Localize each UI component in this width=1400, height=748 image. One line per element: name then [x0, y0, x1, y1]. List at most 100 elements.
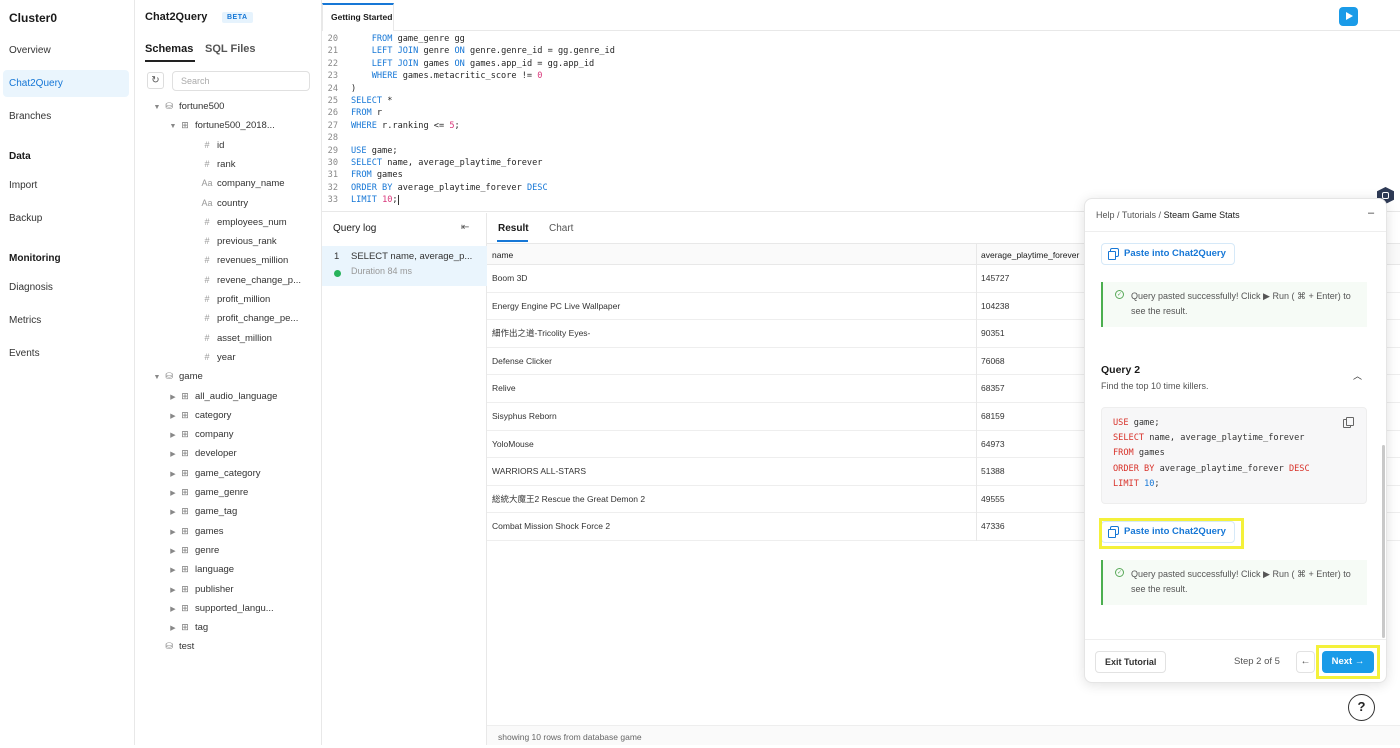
table-icon: ⊞ — [181, 487, 189, 497]
chevron-right-icon[interactable]: ▶ — [168, 543, 178, 561]
tree-item[interactable]: ▶ ⊞ game_genre — [168, 483, 248, 501]
code-line: 26 FROM r — [322, 107, 382, 120]
tree-item[interactable]: # employees_num — [201, 213, 287, 231]
nav-item-diagnosis[interactable]: Diagnosis — [3, 274, 129, 301]
tree-item[interactable]: # profit_change_pe... — [201, 309, 298, 327]
run-button[interactable] — [1339, 7, 1358, 26]
tree-item[interactable]: ▶ ⊞ supported_langu... — [168, 599, 273, 619]
tree-item[interactable]: # revenues_million — [201, 251, 288, 269]
chevron-right-icon[interactable]: ▶ — [168, 389, 178, 407]
paste-into-chat2query-button-1[interactable]: Paste into Chat2Query — [1101, 243, 1235, 265]
nav-item-metrics[interactable]: Metrics — [3, 307, 129, 334]
nav-item-branches[interactable]: Branches — [3, 103, 129, 130]
exit-tutorial-button[interactable]: Exit Tutorial — [1095, 651, 1167, 673]
tree-item[interactable]: # revene_change_p... — [201, 271, 301, 289]
query-index: 1 — [334, 251, 340, 262]
chevron-down-icon[interactable]: ▼ — [152, 369, 162, 387]
cell-name: 総統大魔王2 Rescue the Great Demon 2 — [492, 493, 646, 504]
copy-icon[interactable] — [1343, 417, 1354, 428]
tree-item[interactable]: ▶ ⊞ genre — [168, 541, 219, 559]
column-header-name[interactable]: name — [487, 244, 513, 266]
chevron-right-icon[interactable]: ▶ — [168, 582, 178, 600]
tab-result[interactable]: Result — [498, 223, 529, 234]
cluster-title: Cluster0 — [9, 11, 58, 25]
tree-item[interactable]: # asset_million — [201, 329, 271, 347]
line-number: 30 — [327, 158, 338, 168]
code-line: 32 ORDER BY average_playtime_forever DESC — [322, 182, 548, 195]
chevron-right-icon[interactable]: ▶ — [168, 601, 178, 619]
tree-item[interactable]: ▶ ⊞ game_category — [168, 464, 260, 482]
chevron-right-icon[interactable]: ▶ — [168, 524, 178, 542]
cell-playtime: 47336 — [981, 521, 1005, 532]
tree-item-label: language — [195, 564, 235, 576]
tree-item[interactable]: ▶ ⊞ all_audio_language — [168, 387, 277, 405]
collapse-icon[interactable]: ⇤ — [461, 222, 469, 233]
tree-item[interactable]: ▼ ⛁ fortune500 — [152, 97, 225, 117]
help-button[interactable]: ? — [1348, 694, 1375, 721]
column-header-playtime[interactable]: average_playtime_forever — [976, 244, 1079, 266]
chevron-down-icon[interactable]: ▼ — [168, 118, 178, 136]
tree-item[interactable]: # year — [201, 348, 235, 366]
tree-item[interactable]: ▶ ⊞ game_tag — [168, 502, 237, 520]
tab-getting-started[interactable]: Getting Started — [322, 3, 394, 31]
tab-chart[interactable]: Chart — [549, 223, 573, 234]
tree-item[interactable]: ▶ ⊞ games — [168, 522, 223, 542]
chevron-down-icon[interactable]: ▼ — [152, 99, 162, 117]
code-line: 29 USE game; — [322, 145, 398, 158]
sql-editor[interactable]: 20 FROM game_genre gg 21 LEFT JOIN genre … — [322, 31, 1400, 212]
tree-item[interactable]: ⛁ test — [152, 637, 194, 655]
tree-item[interactable]: ▶ ⊞ category — [168, 406, 231, 424]
panel-title: Chat2Query — [145, 11, 208, 23]
code-line: 21 LEFT JOIN genre ON genre.genre_id = g… — [322, 45, 615, 58]
tree-item[interactable]: ▶ ⊞ tag — [168, 618, 208, 636]
previous-button[interactable]: ← — [1296, 651, 1315, 673]
chevron-up-icon[interactable]: ︿ — [1353, 369, 1362, 382]
nav-item-chat2query[interactable]: Chat2Query — [3, 70, 129, 97]
nav-item-overview[interactable]: Overview — [3, 37, 129, 64]
chevron-right-icon[interactable]: ▶ — [168, 620, 178, 638]
crumb-tutorials[interactable]: Tutorials — [1122, 210, 1156, 220]
tree-item[interactable]: Aa country — [201, 194, 248, 212]
tree-item-label: employees_num — [217, 216, 287, 228]
chevron-right-icon[interactable]: ▶ — [168, 427, 178, 445]
scrollbar[interactable] — [1382, 445, 1385, 638]
tree-item[interactable]: # id — [201, 136, 224, 154]
tree-item[interactable]: ▼ ⛁ game — [152, 367, 203, 385]
crumb-help[interactable]: Help — [1096, 210, 1115, 220]
tree-item-label: fortune500 — [179, 101, 225, 112]
tree-item[interactable]: ▶ ⊞ developer — [168, 444, 236, 464]
tree-item-label: fortune500_2018... — [195, 120, 275, 132]
results-footer: showing 10 rows from database game — [487, 725, 1400, 745]
chevron-right-icon[interactable]: ▶ — [168, 485, 178, 503]
query-log-item[interactable]: 1 SELECT name, average_p... Duration 84 … — [322, 246, 487, 286]
nav-item-events[interactable]: Events — [3, 340, 129, 367]
code-line: 25 SELECT * — [322, 95, 393, 108]
minimize-icon[interactable]: – — [1368, 207, 1374, 219]
tree-item[interactable]: ▶ ⊞ publisher — [168, 580, 233, 600]
query-2-code: USE game; SELECT name, average_playtime_f… — [1101, 407, 1367, 504]
tree-item[interactable]: # rank — [201, 155, 235, 173]
tree-item[interactable]: # previous_rank — [201, 232, 276, 250]
nav-item-import[interactable]: Import — [3, 172, 129, 199]
tree-item[interactable]: ▶ ⊞ language — [168, 560, 234, 578]
step-indicator: Step 2 of 5 — [1234, 656, 1280, 667]
success-text: Query pasted successfully! Click ▶ Run (… — [1131, 569, 1351, 594]
refresh-button[interactable]: ↻ — [147, 72, 164, 89]
nav-item-backup[interactable]: Backup — [3, 205, 129, 232]
tree-item-label: country — [217, 197, 249, 209]
tree-item-label: game — [179, 371, 203, 383]
success-dot-icon — [334, 270, 341, 277]
tab-schemas[interactable]: Schemas — [145, 43, 193, 55]
chevron-right-icon[interactable]: ▶ — [168, 504, 178, 522]
tree-item[interactable]: # profit_million — [201, 290, 270, 308]
search-input[interactable] — [172, 71, 310, 91]
tab-sql-files[interactable]: SQL Files — [205, 43, 256, 55]
chevron-right-icon[interactable]: ▶ — [168, 408, 178, 426]
crumb-separator: / — [1114, 210, 1122, 220]
chevron-right-icon[interactable]: ▶ — [168, 562, 178, 580]
tree-item[interactable]: Aa company_name — [201, 174, 284, 192]
tree-item[interactable]: ▼ ⊞ fortune500_2018... — [168, 116, 275, 134]
tree-item[interactable]: ▶ ⊞ company — [168, 425, 233, 445]
chevron-right-icon[interactable]: ▶ — [168, 446, 178, 464]
chevron-right-icon[interactable]: ▶ — [168, 466, 178, 484]
